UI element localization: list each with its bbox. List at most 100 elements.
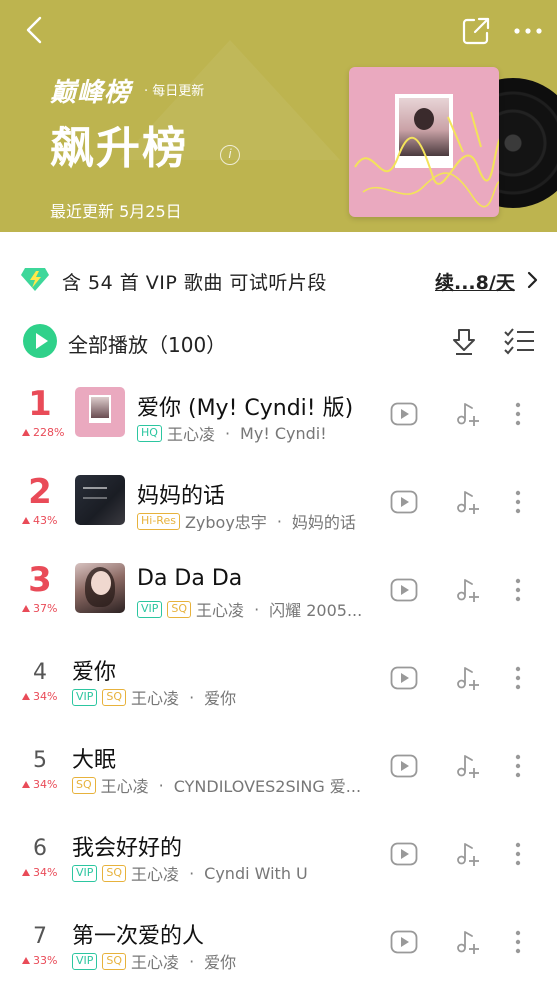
mv-play-icon[interactable] [390,666,418,690]
song-album: CYNDILOVES2SING 爱... [173,777,362,795]
add-to-playlist-icon[interactable] [455,842,481,868]
last-updated: 最近更新 5月25日 [50,202,182,221]
multi-select-icon[interactable] [502,326,536,356]
mv-play-icon[interactable] [390,578,418,602]
up-arrow-icon [22,869,30,876]
more-vertical-icon[interactable] [510,400,526,428]
song-row-5[interactable]: 5 34% 大眠 SQ 王心凌 · CYNDILOVES2SING 爱... [0,722,557,810]
play-all-button[interactable] [23,324,57,358]
vip-notice-text: 含 54 首 VIP 歌曲 可试听片段 [62,272,327,294]
share-button[interactable] [460,15,492,47]
up-arrow-icon [22,957,30,964]
download-icon[interactable] [450,326,478,356]
song-title: 我会好好的 [72,836,183,861]
song-row-7[interactable]: 7 33% 第一次爱的人 VIP SQ 王心凌 · 爱你 [0,898,557,986]
rank-change: 37% [22,602,57,615]
more-vertical-icon[interactable] [510,576,526,604]
song-album: 爱你 [204,953,237,971]
quality-tag: HQ [137,424,162,442]
rank-change: 43% [22,514,57,527]
song-thumbnail [75,387,125,437]
more-icon [514,28,542,34]
chart-brand: 巅峰榜 [50,78,132,108]
song-album: 爱你 [204,689,237,707]
more-vertical-icon[interactable] [510,664,526,692]
vip-notice-bar: 含 54 首 VIP 歌曲 可试听片段 续...8/天 [0,256,557,302]
cover-scribble [354,111,499,208]
add-to-playlist-icon[interactable] [455,490,481,516]
add-to-playlist-icon[interactable] [455,754,481,780]
song-meta: HQ 王心凌 · My! Cyndi! [137,423,377,443]
song-rank: 4 [33,660,47,685]
play-all-label[interactable]: 全部播放（100） [68,329,226,358]
song-row-1[interactable]: 1 228% 爱你 (My! Cyndi! 版) HQ 王心凌 · My! Cy… [0,370,557,458]
diamond-icon [21,268,49,291]
quality-tag: Hi-Res [137,512,180,530]
quality-tag: SQ [72,776,96,794]
back-button[interactable] [20,14,52,46]
song-artist: 王心凌 [131,865,180,883]
song-row-2[interactable]: 2 43% 妈妈的话 Hi-Res Zyboy忠宇 · 妈妈的话 [0,458,557,546]
add-to-playlist-icon[interactable] [455,930,481,956]
add-to-playlist-icon[interactable] [455,402,481,428]
song-row-4[interactable]: 4 34% 爱你 VIP SQ 王心凌 · 爱你 [0,634,557,722]
chevron-right-icon[interactable] [524,270,540,290]
back-icon [26,16,42,44]
song-meta: VIP SQ 王心凌 · 闪耀 2005... [137,599,381,619]
song-meta: SQ 王心凌 · CYNDILOVES2SING 爱... [72,775,382,795]
chart-page: 巅峰榜 · 每日更新 飙升榜 i 最近更新 5月25日 含 54 首 VIP 歌… [0,0,557,1000]
more-vertical-icon[interactable] [510,488,526,516]
song-row-3[interactable]: 3 37% Da Da Da VIP SQ 王心凌 · 闪耀 2005... [0,546,557,634]
play-all-bar: 全部播放（100） [0,320,557,364]
vip-tag: VIP [137,600,163,618]
song-rank: 1 [28,384,52,424]
chart-header: 巅峰榜 · 每日更新 飙升榜 i 最近更新 5月25日 [0,0,557,232]
mv-play-icon[interactable] [390,842,418,866]
song-title: 大眠 [72,748,117,773]
mv-play-icon[interactable] [390,402,418,426]
song-title: 爱你 (My! Cyndi! 版) [137,396,354,421]
song-rank: 6 [33,836,47,861]
song-title: 妈妈的话 [137,484,226,509]
add-to-playlist-icon[interactable] [455,666,481,692]
song-rank: 5 [33,748,47,773]
more-button[interactable] [510,15,546,47]
song-title: 爱你 [72,660,117,685]
update-frequency: · 每日更新 [144,84,205,99]
song-album: My! Cyndi! [240,423,327,443]
song-row-6[interactable]: 6 34% 我会好好的 VIP SQ 王心凌 · Cyndi With U [0,810,557,898]
more-vertical-icon[interactable] [510,840,526,868]
vip-tag: VIP [72,952,98,970]
more-vertical-icon[interactable] [510,928,526,956]
more-vertical-icon[interactable] [510,752,526,780]
rank-change: 34% [22,778,57,791]
song-meta: VIP SQ 王心凌 · 爱你 [72,951,372,971]
add-to-playlist-icon[interactable] [455,578,481,604]
rank-change: 34% [22,866,57,879]
song-artist: 王心凌 [100,777,149,795]
mv-play-icon[interactable] [390,754,418,778]
song-thumbnail [75,475,125,525]
mv-play-icon[interactable] [390,930,418,954]
song-artist: 王心凌 [131,689,180,707]
vip-tag: VIP [72,864,98,882]
up-arrow-icon [22,517,30,524]
song-rank: 7 [33,924,47,949]
song-rank: 2 [28,472,52,512]
song-rank: 3 [28,560,52,600]
up-arrow-icon [22,429,30,436]
vip-renew-link[interactable]: 续...8/天 [435,268,515,295]
rank-change: 228% [22,426,64,439]
up-arrow-icon [22,605,30,612]
song-title: Da Da Da [137,566,243,591]
up-arrow-icon [22,693,30,700]
song-album: Cyndi With U [204,863,308,883]
song-meta: VIP SQ 王心凌 · Cyndi With U [72,863,372,883]
quality-tag: SQ [102,688,127,706]
mv-play-icon[interactable] [390,490,418,514]
song-thumbnail [75,563,125,613]
chart-cover-art[interactable] [349,67,499,217]
song-album: 闪耀 2005... [269,601,363,619]
info-icon[interactable]: i [220,145,240,165]
quality-tag: SQ [102,864,127,882]
